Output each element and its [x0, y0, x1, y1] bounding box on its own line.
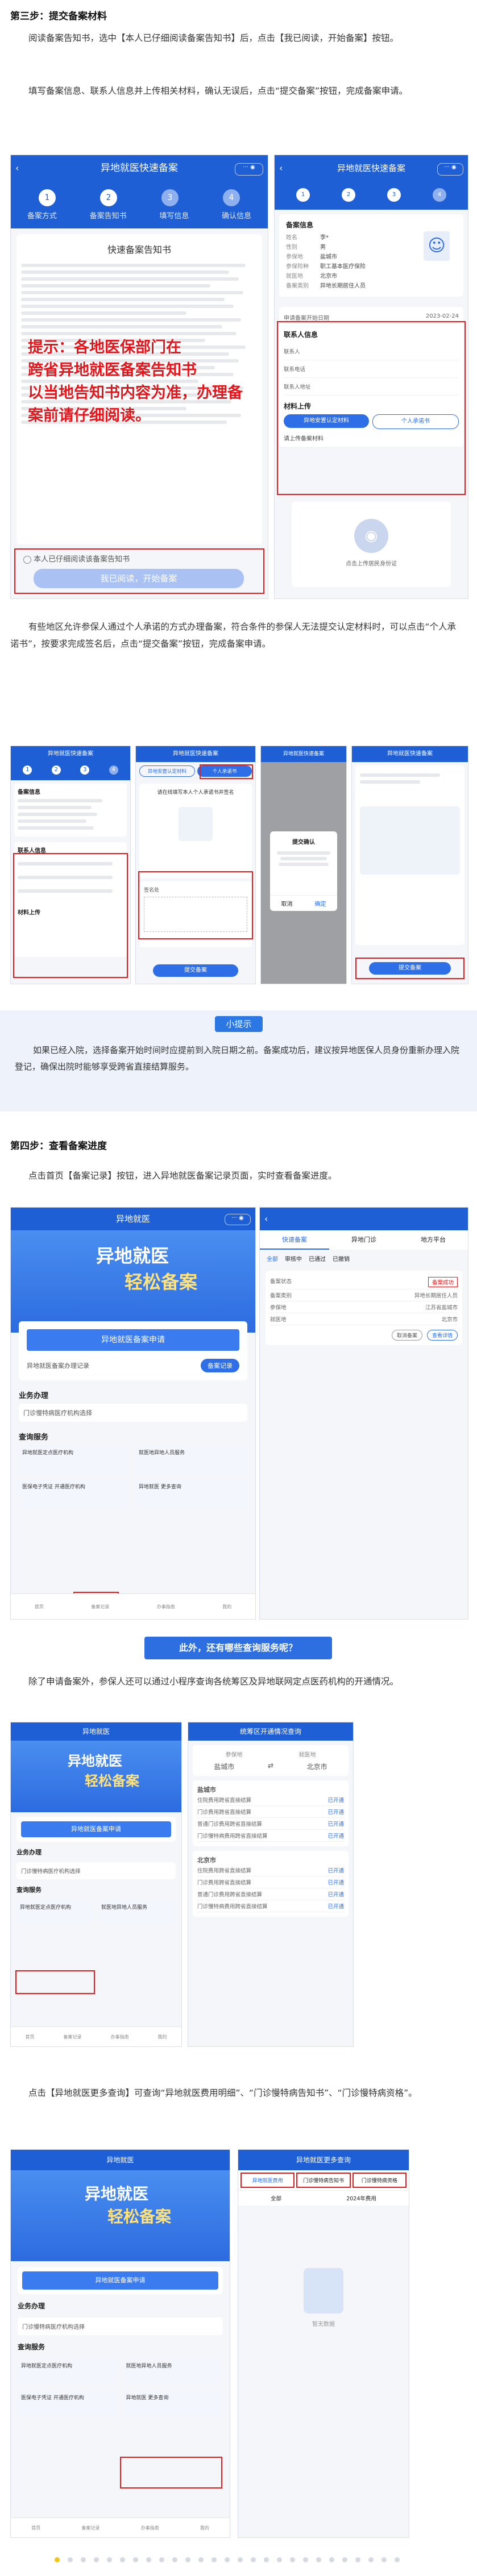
start-filing-button[interactable]: 我已阅读，开始备案	[34, 569, 244, 588]
tab-local-platform[interactable]: 地方平台	[399, 1230, 468, 1250]
more-query-tile[interactable]: 异地就医 更多查询	[122, 2390, 223, 2417]
from-city-select[interactable]: 盐城市	[214, 1762, 234, 1771]
step3-paragraph-3: 有些地区允许参保人通过个人承诺的方式办理备案，符合条件的参保人无法提交认定材料时…	[10, 622, 457, 649]
apply-filing-button[interactable]: 异地就医备案申请	[21, 1821, 171, 1837]
notice-title: 快速备案告知书	[107, 244, 171, 255]
tab-quick-filing[interactable]: 快速备案	[260, 1230, 329, 1250]
highlight-box	[15, 1970, 95, 1994]
home-screenshot: 异地就医 ··· ◉ 异地就医 轻松备案 异地就医备案申请 异地就医备案办理记录…	[10, 1207, 256, 1620]
biz-item[interactable]: 门诊慢特病医疗机构选择	[19, 1404, 247, 1422]
document-icon	[179, 807, 213, 841]
cancel-filing-button[interactable]: 取消备案	[391, 1330, 422, 1341]
home-screenshot-2: 异地就医 异地就医 轻松备案 异地就医备案申请 业务办理 门诊慢特病医疗机构选择…	[10, 1722, 182, 2047]
back-icon[interactable]: ‹	[279, 155, 283, 181]
info-form-screenshot: ‹ 异地就医快速备案 ··· ◉ 1 2 3 4 备案信息 姓名 性别 参保地 …	[274, 155, 468, 599]
more-query-screenshot: 异地就医更多查询 异地就医费用 门诊慢特病告知书 门诊慢特病资格 全部 2024…	[238, 2149, 409, 2538]
commitment-screenshot: 异地就医快速备案 异地安置认定材料 个人承诺书 请在线填写本人个人承诺书并签名 …	[135, 746, 256, 984]
miniapp-menu-icon[interactable]: ··· ◉	[235, 163, 263, 176]
callout-banner: 此外，还有哪些查询服务呢？	[144, 1637, 332, 1659]
tip-label: 小提示	[215, 1016, 263, 1032]
query-tile-institution[interactable]: 异地就医定点医疗机构	[16, 1900, 94, 1924]
notice-overlay-tip: 提示：各地医保部门在 跨省异地就医备案告知书 以当地告知书内容为准，办理备 案前…	[28, 339, 243, 425]
coverage-group: 盐城市 住院费用跨省直接结算 已开通 门诊费用跨省直接结算 已开通 普通门诊费用跨省…	[193, 1780, 349, 1846]
agree-checkbox[interactable]: 本人已仔细阅读该备案告知书	[23, 553, 130, 564]
step4-paragraph-1: 点击首页【备案记录】按钮，进入异地就医备案记录页面，实时查看备案进度。	[28, 1171, 337, 1181]
step4-paragraph-3: 点击【异地就医更多查询】可查询“异地就医费用明细”、“门诊慢特病告知书”、“门诊…	[28, 2088, 417, 2098]
tab-chronic-notice[interactable]: 门诊慢特病告知书	[296, 2173, 351, 2188]
query-tile[interactable]: 就医地异地人员服务	[135, 1445, 247, 1475]
filter-all[interactable]: 全部	[271, 2194, 281, 2202]
tab-mine[interactable]: 我的	[222, 1604, 231, 1610]
submit-filing-button[interactable]: 提交备案	[153, 964, 238, 977]
tab-home[interactable]: 首页	[35, 1604, 44, 1610]
home-screenshot-3: 异地就医 异地就医 轻松备案 异地就医备案申请 业务办理 门诊慢特病医疗机构选择…	[10, 2149, 230, 2538]
to-city-select[interactable]: 北京市	[307, 1762, 327, 1771]
dialog-cancel-button[interactable]: 取消	[270, 896, 304, 911]
empty-state-icon	[304, 2268, 343, 2313]
query-tile[interactable]: 异地就医定点医疗机构	[19, 1445, 131, 1475]
highlight-box	[277, 321, 466, 495]
submit-screenshot: 异地就医快速备案 提交备案	[351, 746, 468, 984]
step3-paragraph-2: 填写备案信息、联系人信息并上传相关材料，确认无误后，点击“提交备案”按钮，完成备…	[28, 86, 408, 96]
tip-text: 如果已经入院，选择备案开始时间时应提前到入院日期之前。备案成功后，建议按异地医保…	[15, 1045, 460, 1072]
back-icon[interactable]: ‹	[15, 155, 19, 181]
highlight-box	[120, 2457, 222, 2488]
submit-filing-button[interactable]: 提交备案	[369, 962, 451, 975]
record-card: 备案状态 备案成功 备案类别 异地长期居住人员 参保地 江苏省盐城市 就医地 北京市 取…	[266, 1271, 462, 1345]
tab-resettlement-material[interactable]: 异地安置认定材料	[139, 765, 195, 777]
id-upload-area[interactable]: ◉ 点击上传居民身份证	[292, 502, 451, 587]
confirm-dialog: 提交确认 取消 确定	[270, 831, 337, 911]
notice-card: 快速备案告知书 提示：各地医保部门在 跨省异地就医备案告知书 以当地告知书内容为…	[16, 234, 262, 544]
empty-text: 暂无数据	[312, 2321, 335, 2328]
step4-paragraph-2: 除了申请备案外，参保人还可以通过小程序查询各统筹区及异地联网定点医药机构的开通情…	[28, 1676, 399, 1687]
camera-icon[interactable]: ◉	[354, 519, 388, 553]
query-tile[interactable]: 就医地异地人员服务	[98, 1900, 176, 1924]
back-icon[interactable]: ‹	[264, 1208, 268, 1230]
step3-paragraph-1: 阅读备案告知书，选中【本人已仔细阅读备案告知书】后，点击【我已阅读，开始备案】按…	[28, 33, 399, 43]
apply-filing-button[interactable]: 异地就医备案申请	[27, 1329, 239, 1351]
home-banner: 异地就医 轻松备案	[11, 1230, 255, 1333]
query-tile[interactable]: 医保电子凭证 开通医疗机构	[19, 1479, 131, 1509]
form-screenshot-small: 异地就医快速备案 1234 备案信息 联系人信息 材料上传	[10, 746, 131, 984]
avatar-icon: ☺	[424, 231, 450, 261]
screen-title: 异地就医快速备案	[101, 163, 178, 174]
highlight-box	[138, 871, 253, 939]
filter-year[interactable]: 2024年费用	[346, 2194, 376, 2202]
tab-guide[interactable]: 办事指南	[157, 1604, 175, 1610]
signature-preview	[360, 806, 460, 875]
dialog-confirm-button[interactable]: 确定	[304, 896, 337, 911]
step-indicator: 1 2 3 4	[11, 181, 268, 210]
step4-title: 第四步：查看备案进度	[10, 1141, 107, 1152]
page-dots	[55, 2557, 400, 2562]
tab-chronic-eligibility[interactable]: 门诊慢特病资格	[352, 2173, 407, 2188]
confirm-dialog-screenshot: 异地就医快速备案 提交确认 取消 确定	[260, 746, 347, 984]
step3-title: 第三步：提交备案材料	[10, 11, 107, 22]
tab-remote-cost[interactable]: 异地就医费用	[240, 2173, 295, 2188]
query-tile[interactable]: 异地就医 更多查询	[135, 1479, 247, 1509]
highlight-box	[13, 853, 128, 978]
swap-icon[interactable]: ⇄	[268, 1762, 273, 1771]
miniapp-menu-icon[interactable]: ··· ◉	[225, 1214, 251, 1225]
record-screenshot: ‹ 快速备案 异地门诊 地方平台 全部 审核中 已通过 已撤销 备案状态 备案成功…	[259, 1207, 468, 1620]
coverage-group: 北京市 住院费用跨省直接结算 已开通 门诊费用跨省直接结算 已开通 普通门诊费用跨省…	[193, 1851, 349, 1917]
checkbox-icon[interactable]	[23, 555, 31, 564]
filing-info-card: 备案信息 姓名 性别 参保地 参保险种 就医地 备案类别 李* 男 盐城市 职工…	[279, 214, 463, 297]
filing-record-button[interactable]: 备案记录	[201, 1359, 239, 1372]
tab-remote-outpatient[interactable]: 异地门诊	[329, 1230, 399, 1250]
coverage-list-screenshot: 统筹区开通情况查询 参保地 就医地 盐城市 ⇄ 北京市 盐城市 住院费用跨省直接结…	[188, 1722, 354, 2047]
tab-bar: 首页 备案记录 办事指南 我的	[11, 1593, 255, 1619]
miniapp-menu-icon[interactable]: ··· ◉	[437, 163, 463, 176]
status-badge: 备案成功	[428, 1277, 458, 1287]
notice-screenshot: ‹ 异地就医快速备案 ··· ◉ 1 2 3 4 备案方式 备案告知书 填写信息…	[10, 155, 268, 599]
tab-filing-record[interactable]: 备案记录	[91, 1604, 109, 1610]
highlight-box	[200, 764, 253, 779]
view-detail-button[interactable]: 查看详情	[426, 1330, 458, 1341]
